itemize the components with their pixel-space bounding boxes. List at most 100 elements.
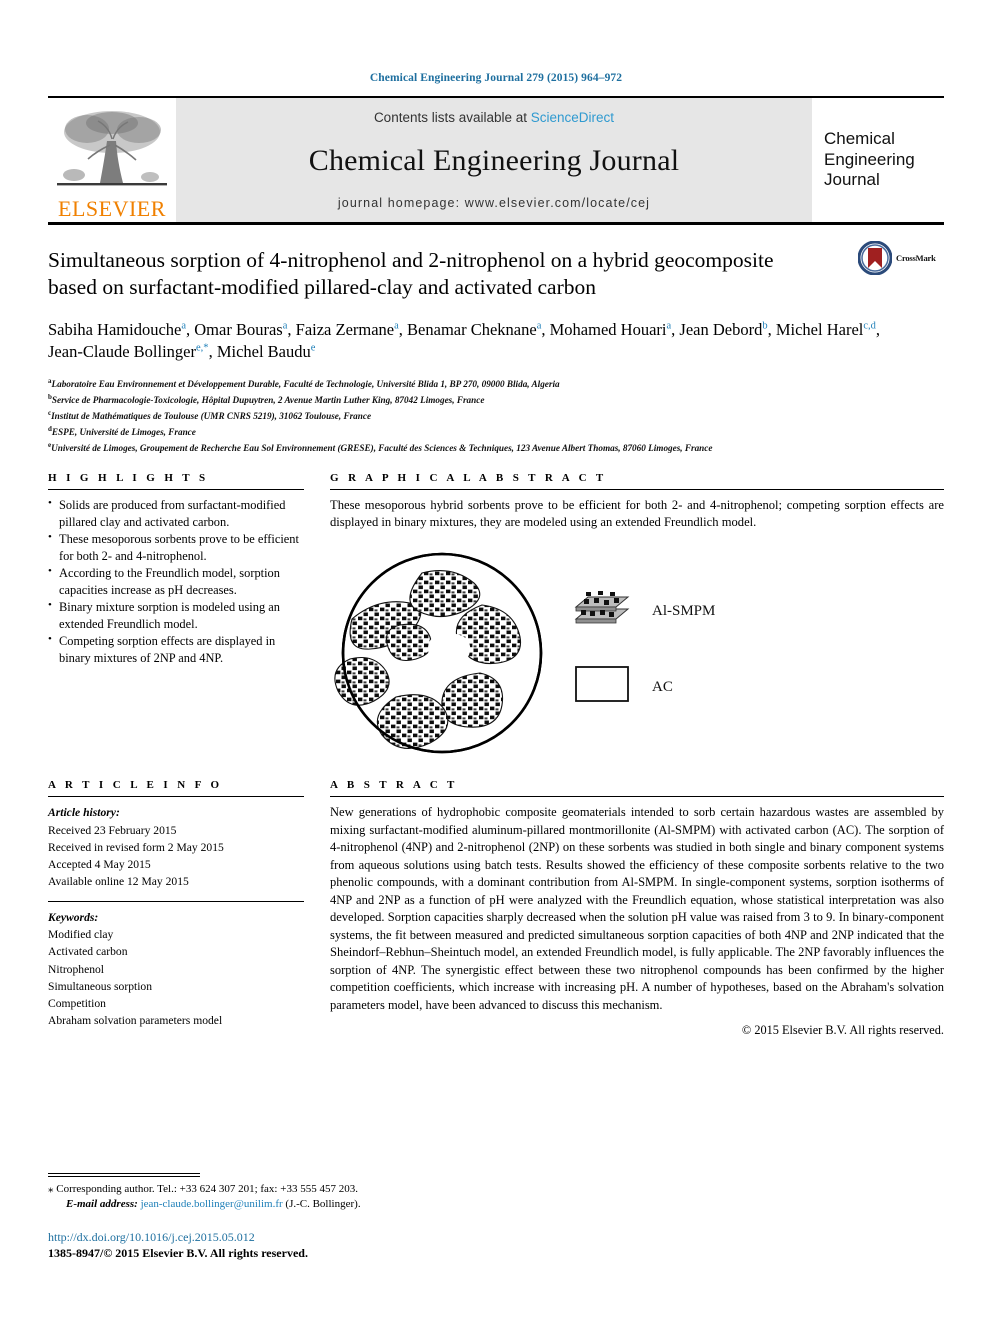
corresponding-author-note: ⁎ Corresponding author. Tel.: +33 624 30… [48, 1181, 944, 1198]
crossmark-icon [858, 241, 892, 275]
title-block: CrossMark Simultaneous sorption of 4-nit… [48, 225, 944, 456]
article-first-page: Chemical Engineering Journal 279 (2015) … [0, 0, 992, 1323]
affiliation-item: aLaboratoire Eau Environnement et Dévelo… [48, 377, 560, 390]
journal-homepage-link[interactable]: journal homepage: www.elsevier.com/locat… [338, 196, 650, 210]
running-head: Chemical Engineering Journal 279 (2015) … [369, 72, 623, 84]
article-info-divider [48, 901, 304, 903]
author-affiliation-marker: b [762, 320, 768, 332]
keyword-item: Modified clay [48, 928, 114, 942]
sciencedirect-link[interactable]: ScienceDirect [531, 110, 614, 125]
graphical-abstract-figure: Al-SMPM AC [330, 549, 944, 761]
elsevier-tree-logo-icon [57, 111, 167, 186]
author-affiliation-marker: c,d [863, 320, 876, 332]
author-affiliation-marker: a [536, 320, 542, 332]
highlight-item: According to the Freundlich model, sorpt… [48, 564, 304, 598]
author-name: Jean-Claude Bollinger [48, 342, 197, 362]
page-title: Simultaneous sorption of 4-nitrophenol a… [48, 248, 774, 300]
highlights-and-graphical-abstract: H I G H L I G H T S Solids are produced … [48, 456, 944, 761]
author-name: Mohamed Houari [549, 319, 667, 339]
author-list: Sabiha Hamidouchea, Omar Bourasa, Faiza … [48, 319, 881, 362]
affiliation-item: dESPE, Université de Limoges, France [48, 425, 196, 438]
author-affiliation-marker: a [282, 320, 288, 332]
author-name: Omar Bouras [194, 319, 283, 339]
keyword-item: Simultaneous sorption [48, 979, 153, 993]
crossmark-badge[interactable]: CrossMark [858, 241, 944, 275]
highlights-rule [48, 489, 304, 491]
contents-prefix: Contents lists available at [373, 110, 531, 125]
highlights-list: Solids are produced from surfactant-modi… [48, 496, 304, 666]
highlight-item: Competing sorption effects are displayed… [48, 632, 304, 666]
keywords-label: Keywords: [48, 911, 99, 925]
cover-line-2: Engineering [824, 149, 915, 169]
keyword-item: Activated carbon [48, 945, 128, 959]
article-history-item: Available online 12 May 2015 [48, 874, 189, 888]
graphical-abstract-text: These mesoporous hybrid sorbents prove t… [330, 498, 944, 530]
journal-cover-block: Chemical Engineering Journal [812, 98, 944, 222]
author-affiliation-marker: e,* [196, 342, 209, 354]
page-footer: ⁎ Corresponding author. Tel.: +33 624 30… [48, 1172, 944, 1262]
article-history-item: Received 23 February 2015 [48, 823, 177, 837]
email-label: E-mail address: [66, 1198, 138, 1210]
author-affiliation-marker: e [310, 342, 316, 354]
email-note: E-mail address: jean-claude.bollinger@un… [48, 1198, 944, 1210]
article-history-item: Accepted 4 May 2015 [48, 857, 151, 871]
legend-label-ac: AC [652, 679, 673, 695]
article-info-heading: A R T I C L E I N F O [48, 779, 223, 792]
abstract-heading: A B S T R A C T [330, 779, 458, 792]
keyword-item: Abraham solvation parameters model [48, 1014, 223, 1028]
author-name: Benamar Cheknane [407, 319, 537, 339]
article-info-column: A R T I C L E I N F O Article history: R… [48, 779, 304, 1038]
affiliation-list: aLaboratoire Eau Environnement et Dévelo… [48, 376, 944, 456]
author-name: Faiza Zermane [295, 319, 395, 339]
crossmark-label: CrossMark [896, 253, 936, 263]
author-name: Jean Debord [679, 319, 763, 339]
graphical-abstract-column: G R A P H I C A L A B S T R A C T These … [330, 472, 944, 761]
abstract-copyright: © 2015 Elsevier B.V. All rights reserved… [741, 1023, 944, 1038]
author-name: Sabiha Hamidouche [48, 319, 182, 339]
keyword-item: Competition [48, 996, 106, 1010]
issn-copyright-line: 1385-8947/© 2015 Elsevier B.V. All right… [48, 1246, 308, 1260]
author-affiliation-marker: a [394, 320, 399, 332]
keywords-list: Modified clay Activated carbon Nitrophenol… [48, 926, 304, 1029]
email-owner: (J.-C. Bollinger). [285, 1198, 361, 1210]
doi-link[interactable]: http://dx.doi.org/10.1016/j.cej.2015.05.… [48, 1230, 944, 1245]
keywords-block: Keywords: Modified clay Activated carbon N… [48, 909, 304, 1029]
affiliation-item: eUniversité de Limoges, Groupement de Re… [48, 441, 713, 454]
highlight-item: Binary mixture sorption is modeled using… [48, 598, 304, 632]
highlight-item: Solids are produced from surfactant-modi… [48, 496, 304, 530]
email-link[interactable]: jean-claude.bollinger@unilim.fr [141, 1198, 283, 1210]
cover-line-3: Journal [824, 170, 880, 190]
graphical-abstract-rule [330, 489, 944, 491]
author-affiliation-marker: a [181, 320, 187, 332]
elsevier-logo: ELSEVIER [48, 98, 176, 222]
article-info-and-abstract: A R T I C L E I N F O Article history: R… [48, 761, 944, 1038]
contents-available-line: Contents lists available at ScienceDirec… [374, 110, 614, 125]
article-history-block: Article history: Received 23 February 20… [48, 804, 304, 890]
abstract-column: A B S T R A C T New generations of hydro… [330, 779, 944, 1038]
affiliation-item: cInstitut de Mathématiques de Toulouse (… [48, 409, 372, 422]
graphical-abstract-heading: G R A P H I C A L A B S T R A C T [330, 472, 607, 485]
article-history-list: Received 23 February 2015 Received in rev… [48, 822, 304, 891]
highlights-column: H I G H L I G H T S Solids are produced … [48, 472, 304, 761]
abstract-rule [330, 796, 944, 798]
affiliation-item: bService de Pharmacologie-Toxicologie, H… [48, 393, 485, 406]
journal-masthead: ELSEVIER Contents lists available at Sci… [48, 96, 944, 222]
author-affiliation-marker: a [666, 320, 672, 332]
article-history-item: Received in revised form 2 May 2015 [48, 840, 224, 854]
abstract-text: New generations of hydrophobic composite… [330, 805, 944, 1012]
corresponding-author-text: Corresponding author. Tel.: +33 624 307 … [56, 1182, 358, 1195]
author-name: Michel Harel [775, 319, 864, 339]
footnote-star: ⁎ [48, 1182, 54, 1195]
keyword-item: Nitrophenol [48, 962, 105, 976]
author-name: Michel Baudu [216, 342, 311, 362]
elsevier-wordmark: ELSEVIER [58, 196, 166, 221]
article-history-label: Article history: [48, 806, 120, 820]
footnote-rule-bottom [48, 1175, 200, 1177]
masthead-center: Contents lists available at ScienceDirec… [176, 98, 812, 222]
highlights-heading: H I G H L I G H T S [48, 472, 209, 485]
cover-line-1: Chemical [824, 128, 895, 148]
porous-composite-circle-diagram-icon: Al-SMPM AC [334, 553, 715, 754]
article-info-rule [48, 796, 304, 798]
highlight-item: These mesoporous sorbents prove to be ef… [48, 530, 304, 564]
journal-title: Chemical Engineering Journal [308, 143, 680, 177]
